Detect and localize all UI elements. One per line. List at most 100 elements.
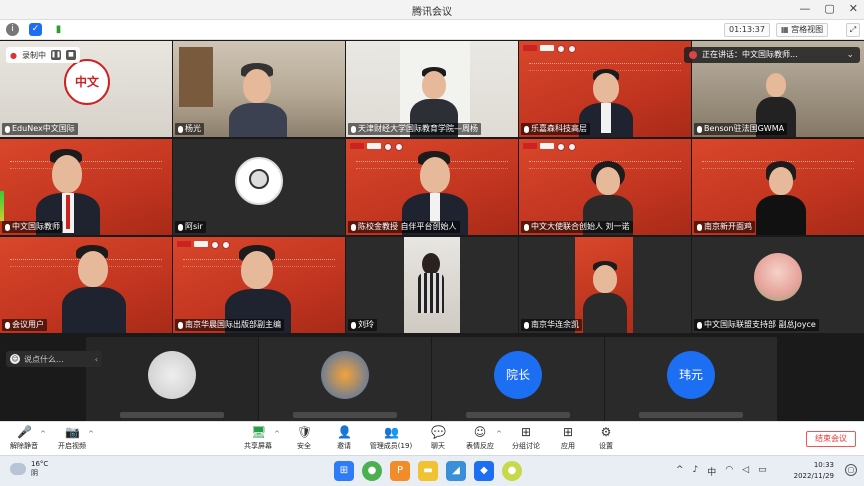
- participant-name: Benson驻法国GWMA: [694, 123, 788, 135]
- record-badge[interactable]: ● 录制中 ❚❚ ■: [6, 47, 80, 63]
- video-tile[interactable]: 南京新开面鸡: [692, 139, 864, 235]
- speaker-icon[interactable]: ◁: [742, 465, 749, 478]
- end-meeting-button[interactable]: 结束会议: [806, 431, 856, 447]
- mic-icon: [524, 321, 529, 329]
- mic-icon: [5, 321, 10, 329]
- pause-icon[interactable]: ❚❚: [50, 50, 61, 60]
- participant-name: 陈校金教授 自伴平台创始人: [348, 221, 460, 233]
- mic-icon: [351, 321, 356, 329]
- chat-button[interactable]: 💬 聊天: [418, 425, 458, 451]
- fullscreen-icon[interactable]: ⤢: [846, 23, 860, 37]
- network-icon[interactable]: ◠: [725, 465, 733, 478]
- view-mode-button[interactable]: ▦ 宫格视图: [776, 23, 829, 37]
- settings-button[interactable]: ⚙ 设置: [586, 425, 626, 451]
- apps-button[interactable]: ⊞ 应用: [548, 425, 588, 451]
- mic-icon[interactable]: ♪: [693, 465, 699, 478]
- apps-icon: ⊞: [562, 425, 574, 439]
- manage-members-button[interactable]: 👥 管理成员(19): [366, 425, 416, 451]
- video-tile[interactable]: 院长: [432, 337, 604, 421]
- video-tile[interactable]: 陈校金教授 自伴平台创始人: [346, 139, 518, 235]
- stop-icon[interactable]: ■: [65, 50, 76, 60]
- app-icon[interactable]: P: [390, 461, 410, 481]
- reaction-icon: ☺: [473, 425, 487, 439]
- video-tile[interactable]: 南京华晨国际出版部副主编: [173, 237, 345, 333]
- mic-icon: [351, 125, 356, 133]
- start-video-button[interactable]: 📷 开启视频 ^: [52, 425, 94, 451]
- app-icon[interactable]: ●: [502, 461, 522, 481]
- shield-icon[interactable]: ✓: [29, 23, 42, 36]
- shield-icon: 🛡: [297, 425, 313, 439]
- meeting-toolbar: 🎤 解除静音 ^ 📷 开启视频 ^ 🖥 共享屏幕 ^ 🛡 安全 👤 邀请 👥 管…: [0, 421, 864, 455]
- windows-start-icon[interactable]: ⊞: [334, 461, 354, 481]
- mic-icon: [697, 223, 702, 231]
- video-area: [575, 237, 633, 333]
- signal-icon[interactable]: ▮: [52, 23, 65, 36]
- video-tile[interactable]: 刘玲: [346, 237, 518, 333]
- weather-widget[interactable]: 16°C 阴: [10, 460, 48, 478]
- chevron-up-icon[interactable]: ^: [40, 430, 46, 438]
- chevron-up-icon[interactable]: ^: [88, 430, 94, 438]
- close-icon[interactable]: ✕: [849, 2, 858, 15]
- status-bar: i ✓ ▮ 01:13:37 ▦ 宫格视图 ⤢: [0, 20, 864, 40]
- video-tile[interactable]: 中文大使联合创始人 刘一诺: [519, 139, 691, 235]
- video-tile[interactable]: 南京华连余凯: [519, 237, 691, 333]
- participant-name: 刘玲: [348, 319, 377, 331]
- reaction-button[interactable]: ☺ 表情反应 ^: [460, 425, 502, 451]
- mic-icon: [5, 223, 10, 231]
- video-tile[interactable]: 中文国际联盟支持部 副总Joyce: [692, 237, 864, 333]
- video-tile[interactable]: 会议用户: [0, 237, 172, 333]
- windows-taskbar: 16°C 阴 ⊞ ● P ▬ ◢ ◆ ● ^ ♪ 中 ◠ ◁ ▭ 10:33 20…: [0, 455, 864, 486]
- video-tile[interactable]: [86, 337, 258, 421]
- video-tile[interactable]: 中文国际教师: [0, 139, 172, 235]
- info-icon[interactable]: i: [6, 23, 19, 36]
- video-tile[interactable]: 乐嘉森科技高层: [519, 41, 691, 137]
- meeting-timer: 01:13:37: [724, 23, 770, 37]
- tencent-meeting-icon[interactable]: ◆: [474, 461, 494, 481]
- emoji-icon[interactable]: ☺: [10, 354, 20, 364]
- battery-icon[interactable]: ▭: [758, 465, 767, 478]
- share-screen-icon: 🖥: [251, 425, 267, 439]
- gear-icon: ⚙: [600, 425, 612, 439]
- taskbar-clock[interactable]: 10:33 2022/11/29: [790, 460, 834, 482]
- chevron-up-icon[interactable]: ^: [676, 465, 684, 478]
- invite-icon: 👤: [337, 425, 352, 439]
- chevron-down-icon[interactable]: ⌄: [846, 47, 854, 63]
- chevron-up-icon[interactable]: ^: [496, 430, 502, 438]
- share-screen-button[interactable]: 🖥 共享屏幕 ^: [238, 425, 280, 451]
- participant-name: 南京华连余凯: [521, 319, 582, 331]
- maximize-icon[interactable]: ▢: [824, 2, 834, 15]
- notification-icon[interactable]: ▢: [845, 464, 857, 476]
- security-button[interactable]: 🛡 安全: [284, 425, 324, 451]
- participant-name: 中文国际联盟支持部 副总Joyce: [694, 319, 819, 331]
- video-tile[interactable]: 玮元: [605, 337, 777, 421]
- speaking-indicator[interactable]: 正在讲话：中文国际教师... ⌄: [684, 47, 860, 63]
- minimize-icon[interactable]: —: [799, 2, 810, 15]
- participant-name: 南京新开面鸡: [694, 221, 755, 233]
- chevron-left-icon[interactable]: ‹: [95, 355, 98, 364]
- app-icon[interactable]: ◢: [446, 461, 466, 481]
- edunex-logo: 中文: [64, 59, 110, 105]
- invite-button[interactable]: 👤 邀请: [324, 425, 364, 451]
- breakout-rooms-button[interactable]: ⊞ 分组讨论: [506, 425, 546, 451]
- cloud-icon: [10, 463, 26, 475]
- app-icon[interactable]: ●: [362, 461, 382, 481]
- video-tile[interactable]: [259, 337, 431, 421]
- chevron-up-icon[interactable]: ^: [274, 430, 280, 438]
- video-tile[interactable]: 杨光: [173, 41, 345, 137]
- participant-name: 阿sir: [175, 221, 206, 233]
- mic-icon: [524, 125, 529, 133]
- participant-name: 中文大使联合创始人 刘一诺: [521, 221, 633, 233]
- participant-avatar: [235, 157, 283, 205]
- video-tile[interactable]: 天津财经大学国际教育学院—周杨: [346, 41, 518, 137]
- video-tile[interactable]: 阿sir: [173, 139, 345, 235]
- mic-icon: [5, 125, 10, 133]
- unmute-button[interactable]: 🎤 解除静音 ^: [4, 425, 46, 451]
- folder-icon[interactable]: ▬: [418, 461, 438, 481]
- participant-name: 杨光: [175, 123, 204, 135]
- mic-icon: [351, 223, 356, 231]
- chat-input[interactable]: ☺ 说点什么... ‹: [6, 351, 102, 367]
- members-icon: 👥: [384, 425, 399, 439]
- meeting-window: 腾讯会议 — ▢ ✕ i ✓ ▮ 01:13:37 ▦ 宫格视图 ⤢ 中文 Ed…: [0, 0, 864, 486]
- record-icon: ●: [10, 50, 17, 60]
- ime-indicator[interactable]: 中: [707, 465, 716, 478]
